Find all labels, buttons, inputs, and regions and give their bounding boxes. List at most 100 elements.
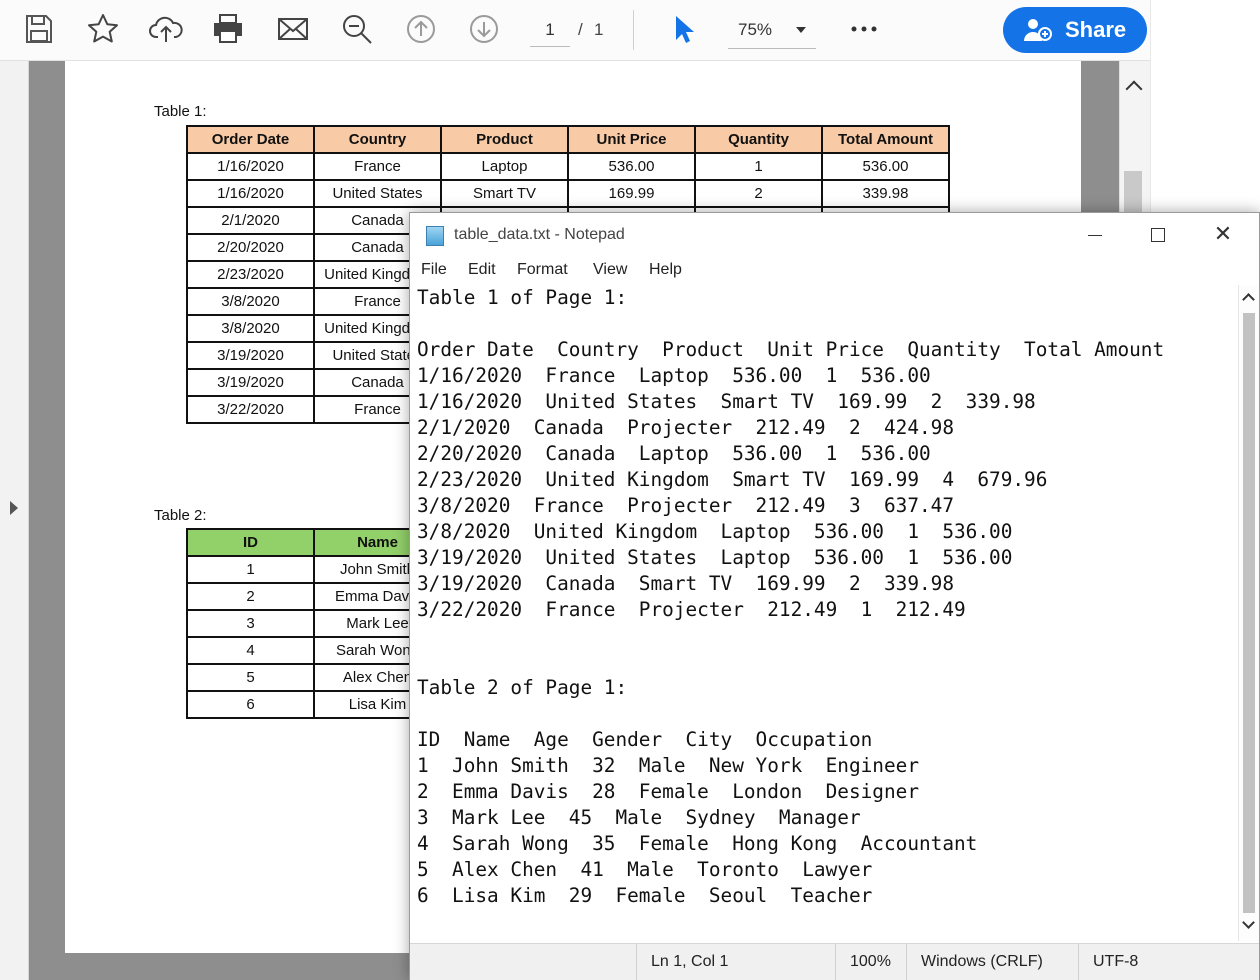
pdf-toolbar: 1 / 1 75% Share [0, 0, 1168, 61]
table-cell: 2/23/2020 [186, 260, 315, 289]
scroll-up-icon[interactable] [1242, 293, 1255, 306]
menu-edit[interactable]: Edit [468, 261, 496, 279]
column-header: Order Date [186, 125, 315, 154]
text-line [417, 623, 1235, 649]
table-header-row: ID Name [186, 528, 442, 557]
table-cell: 3 [186, 609, 315, 638]
text-line: 2/20/2020 Canada Laptop 536.00 1 536.00 [417, 442, 931, 465]
text-line: Table 1 of Page 1: [417, 286, 628, 309]
minimize-button[interactable] [1082, 220, 1108, 250]
text-line: 3/22/2020 France Projecter 212.49 1 212.… [417, 598, 966, 621]
notepad-statusbar: Ln 1, Col 1 100% Windows (CRLF) UTF-8 [410, 943, 1259, 980]
table-cell: 169.99 [567, 179, 696, 208]
table-cell: 536.00 [821, 152, 950, 181]
page-number-input[interactable]: 1 [530, 16, 570, 47]
text-line: 2/23/2020 United Kingdom Smart TV 169.99… [417, 468, 1048, 491]
table2-caption: Table 2: [154, 507, 207, 524]
text-line: 2/1/2020 Canada Projecter 212.49 2 424.9… [417, 416, 955, 439]
page-separator: / [578, 20, 583, 39]
previous-page-icon[interactable] [404, 12, 438, 46]
email-icon[interactable] [276, 12, 310, 46]
notepad-text-area[interactable]: Table 1 of Page 1: Order Date Country Pro… [417, 285, 1235, 941]
next-page-icon[interactable] [467, 12, 501, 46]
share-user-icon [1023, 17, 1053, 43]
column-header: Country [313, 125, 442, 154]
table-cell: 3/22/2020 [186, 395, 315, 424]
notepad-title: table_data.txt - Notepad [454, 226, 625, 243]
notepad-scrollbar[interactable] [1238, 285, 1259, 941]
menu-format[interactable]: Format [517, 261, 568, 279]
text-line [417, 311, 1235, 337]
notepad-titlebar[interactable]: table_data.txt - Notepad ✕ [410, 213, 1259, 257]
page-total: 1 [594, 20, 604, 39]
menu-help[interactable]: Help [649, 261, 682, 279]
print-icon[interactable] [211, 12, 245, 46]
menu-view[interactable]: View [593, 261, 627, 279]
text-line: 6 Lisa Kim 29 Female Seoul Teacher [417, 884, 873, 907]
table-row: 6 Lisa Kim [186, 690, 442, 719]
table-cell: 536.00 [567, 152, 696, 181]
table-row: 1/16/2020 United States Smart TV 169.99 2 339… [186, 179, 950, 208]
notepad-window: table_data.txt - Notepad ✕ File Edit For… [409, 212, 1260, 980]
maximize-button[interactable] [1146, 220, 1172, 250]
table-cell: 3/8/2020 [186, 314, 315, 343]
text-line: 3 Mark Lee 45 Male Sydney Manager [417, 806, 861, 829]
zoom-out-icon[interactable] [340, 12, 374, 46]
text-line: 3/19/2020 United States Laptop 536.00 1 … [417, 546, 1013, 569]
table-cell: 2/20/2020 [186, 233, 315, 262]
table-cell: 5 [186, 663, 315, 692]
table-row: 3 Mark Lee [186, 609, 442, 638]
menu-file[interactable]: File [421, 261, 447, 279]
table-row: 1 John Smith [186, 555, 442, 584]
text-line [417, 649, 1235, 675]
text-line: ID Name Age Gender City Occupation [417, 728, 873, 751]
scroll-down-icon[interactable] [1242, 916, 1255, 929]
table-cell: 1 [694, 152, 823, 181]
column-header: Quantity [694, 125, 823, 154]
scroll-up-icon[interactable] [1125, 80, 1143, 98]
table-cell: 6 [186, 690, 315, 719]
bookmark-star-icon[interactable] [86, 12, 120, 46]
table-cell: 339.98 [821, 179, 950, 208]
select-cursor-icon[interactable] [666, 12, 700, 46]
table-cell: 3/8/2020 [186, 287, 315, 316]
notepad-menubar: File Edit Format View Help [410, 257, 1259, 285]
chevron-down-icon [796, 27, 806, 33]
scroll-thumb[interactable] [1243, 313, 1255, 913]
notepad-app-icon [426, 226, 444, 246]
cursor-position: Ln 1, Col 1 [636, 944, 835, 980]
column-header: Product [440, 125, 569, 154]
text-line: 3/19/2020 Canada Smart TV 169.99 2 339.9… [417, 572, 955, 595]
text-line: 1/16/2020 United States Smart TV 169.99 … [417, 390, 1036, 413]
more-options-icon[interactable] [847, 12, 881, 46]
table-cell: 1/16/2020 [186, 179, 315, 208]
text-line: 2 Emma Davis 28 Female London Designer [417, 780, 919, 803]
share-button[interactable]: Share [1003, 7, 1147, 53]
table-cell: 1 [186, 555, 315, 584]
table1-caption: Table 1: [154, 103, 207, 120]
cloud-upload-icon[interactable] [149, 12, 183, 46]
text-line: Table 2 of Page 1: [417, 676, 628, 699]
table-cell: 2 [694, 179, 823, 208]
table-cell: 1/16/2020 [186, 152, 315, 181]
table-cell: 3/19/2020 [186, 341, 315, 370]
table-row: 1/16/2020 France Laptop 536.00 1 536.00 [186, 152, 950, 181]
close-button[interactable]: ✕ [1210, 220, 1236, 250]
table-row: 4 Sarah Wong [186, 636, 442, 665]
table-cell: 2 [186, 582, 315, 611]
column-header: Unit Price [567, 125, 696, 154]
zoom-dropdown[interactable]: 75% [728, 14, 816, 49]
toolbar-divider [633, 10, 634, 50]
table-cell: Smart TV [440, 179, 569, 208]
expand-panel-icon[interactable] [10, 501, 18, 515]
text-line: 3/8/2020 United Kingdom Laptop 536.00 1 … [417, 520, 1013, 543]
save-icon[interactable] [22, 12, 56, 46]
table-cell: 2/1/2020 [186, 206, 315, 235]
text-line [417, 701, 1235, 727]
column-header: Total Amount [821, 125, 950, 154]
text-line: 1/16/2020 France Laptop 536.00 1 536.00 [417, 364, 931, 387]
text-line: 1 John Smith 32 Male New York Engineer [417, 754, 919, 777]
encoding: UTF-8 [1078, 944, 1253, 980]
text-line: 3/8/2020 France Projecter 212.49 3 637.4… [417, 494, 955, 517]
text-line: 5 Alex Chen 41 Male Toronto Lawyer [417, 858, 873, 881]
